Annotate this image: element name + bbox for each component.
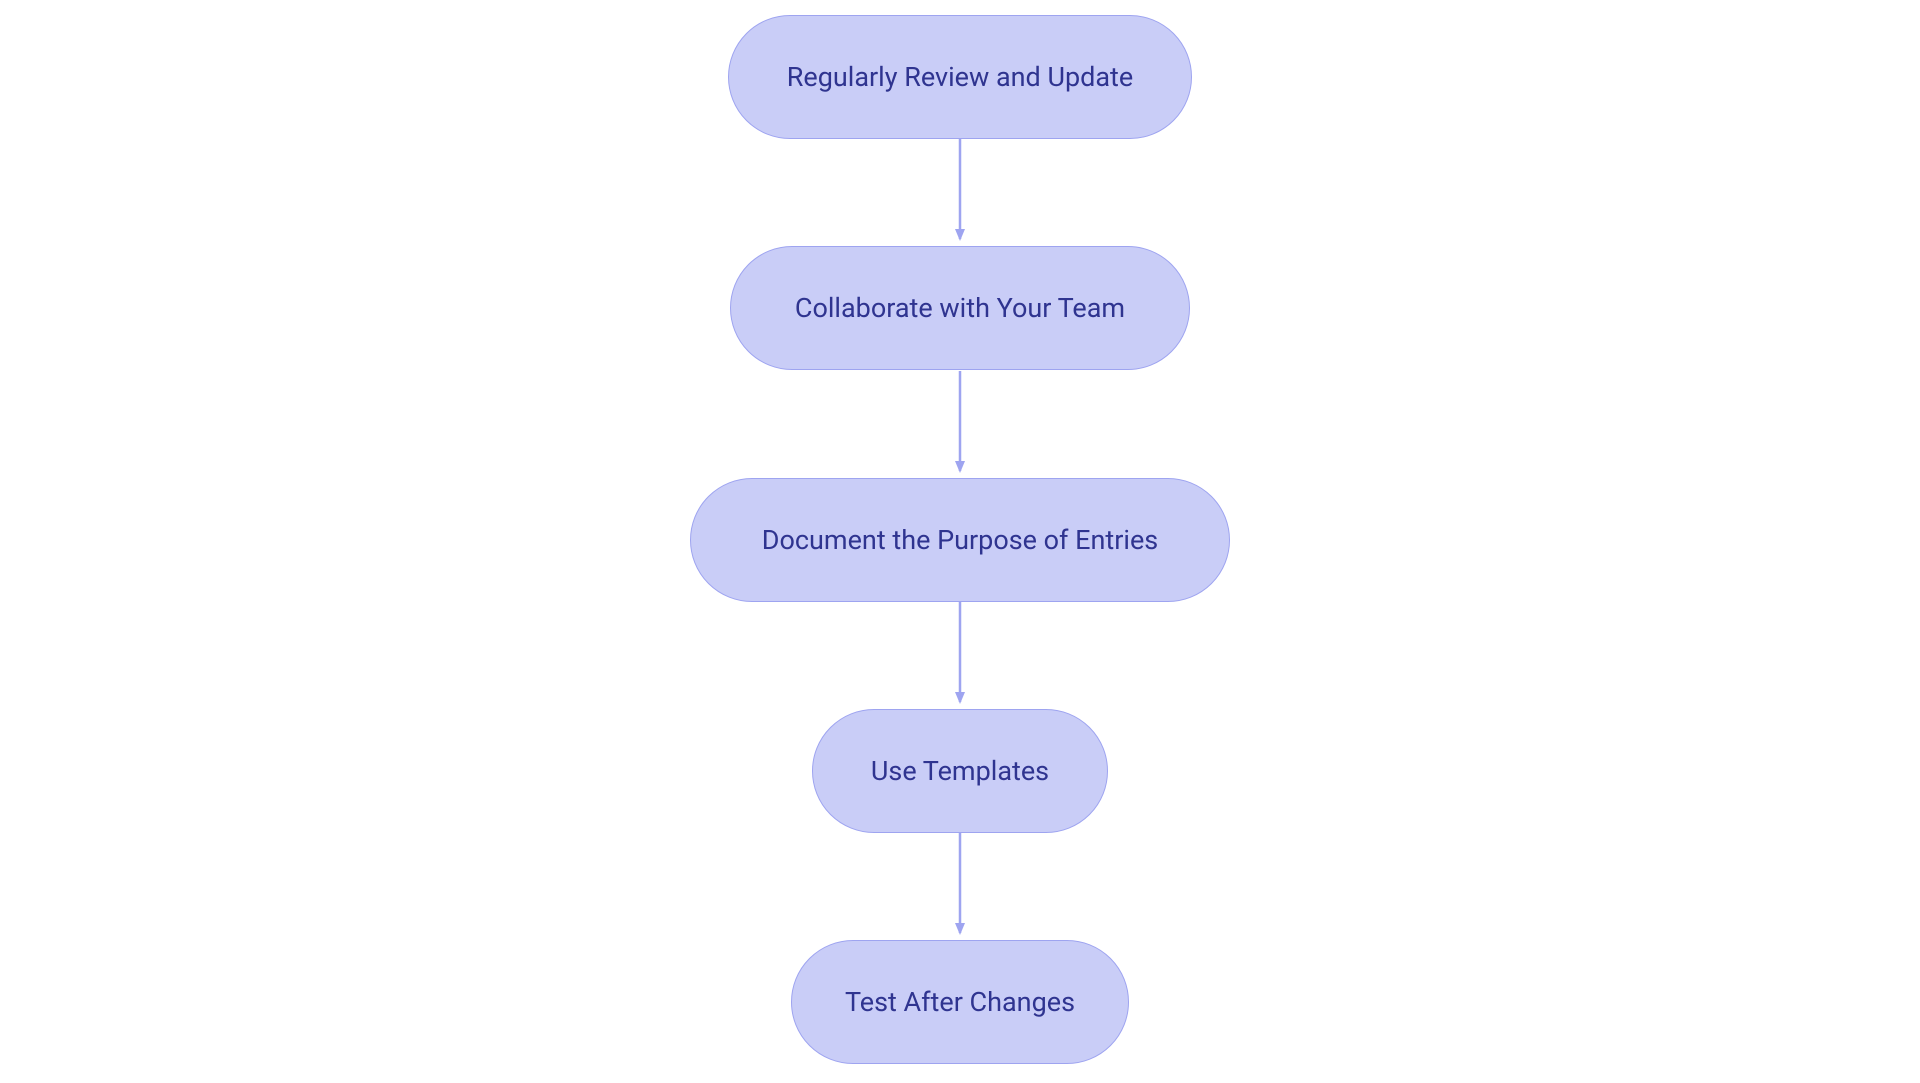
node-label: Document the Purpose of Entries xyxy=(762,524,1158,556)
flowchart-node-5: Test After Changes xyxy=(791,940,1129,1064)
node-label: Collaborate with Your Team xyxy=(795,292,1125,324)
flowchart-node-4: Use Templates xyxy=(812,709,1108,833)
flowchart-node-1: Regularly Review and Update xyxy=(728,15,1192,139)
flowchart-node-3: Document the Purpose of Entries xyxy=(690,478,1230,602)
node-label: Use Templates xyxy=(871,755,1049,787)
flowchart-node-2: Collaborate with Your Team xyxy=(730,246,1190,370)
flowchart-diagram: Regularly Review and Update Collaborate … xyxy=(0,0,1920,1083)
node-label: Regularly Review and Update xyxy=(787,61,1133,93)
node-label: Test After Changes xyxy=(845,986,1075,1018)
